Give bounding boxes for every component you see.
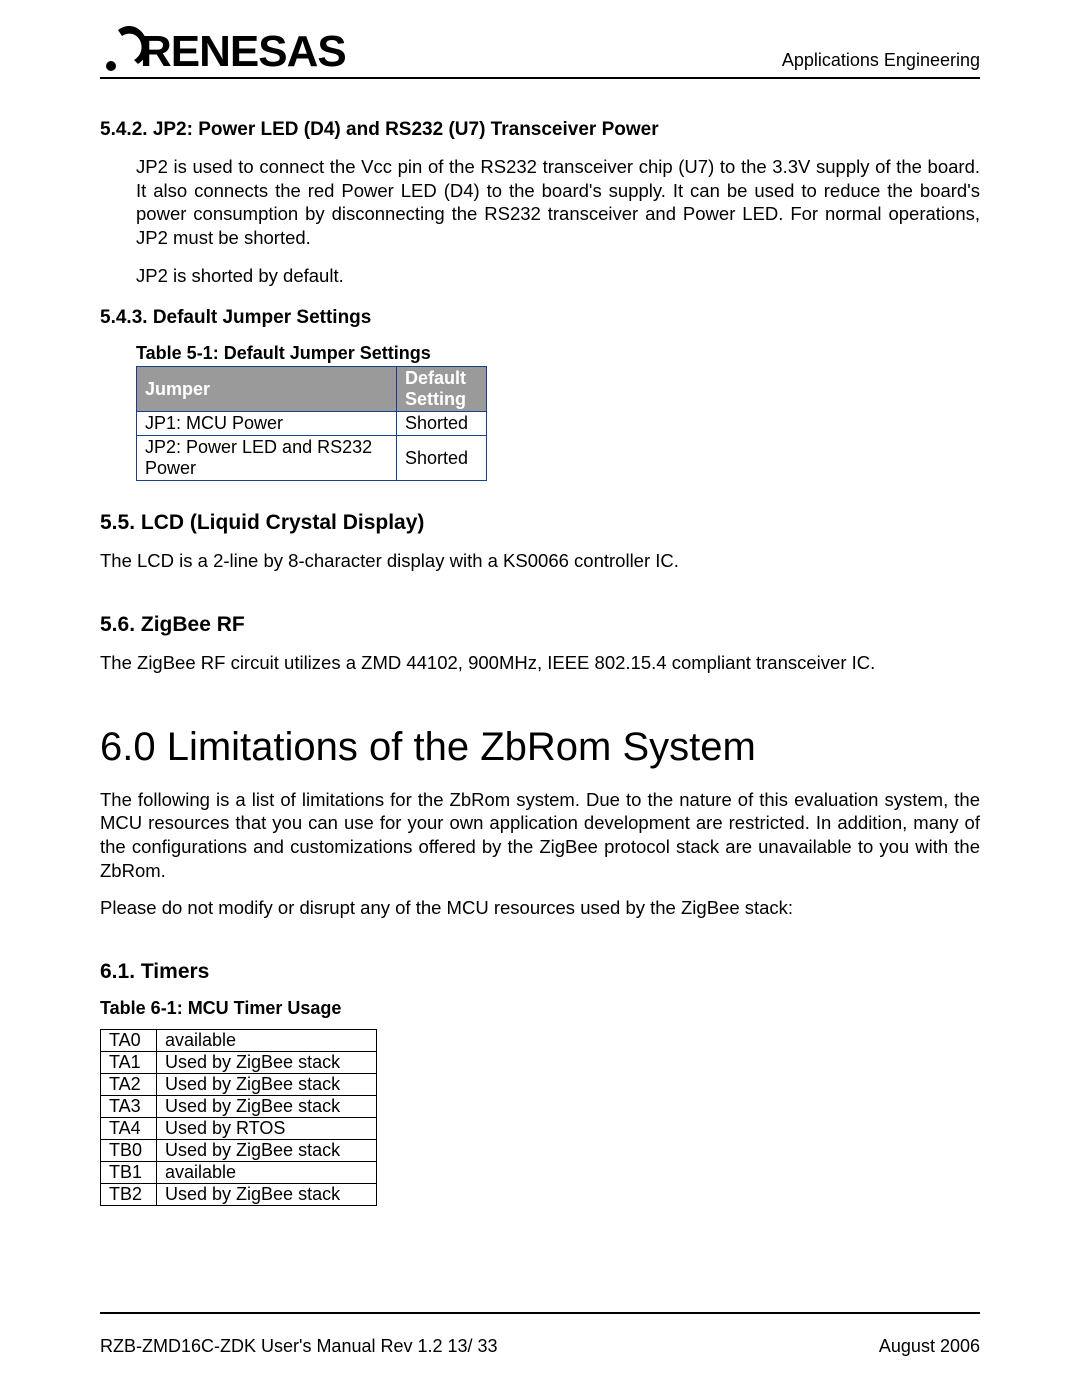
footer-row: RZB-ZMD16C-ZDK User's Manual Rev 1.2 13/…	[100, 1336, 980, 1357]
para-5-6-1: The ZigBee RF circuit utilizes a ZMD 441…	[100, 651, 980, 675]
footer-right: August 2006	[879, 1336, 980, 1357]
table-row: TA3Used by ZigBee stack	[101, 1096, 377, 1118]
cell-use: Used by ZigBee stack	[157, 1074, 377, 1096]
cell-use: Used by ZigBee stack	[157, 1140, 377, 1162]
cell-timer: TB0	[101, 1140, 157, 1162]
table-row: TA1Used by ZigBee stack	[101, 1052, 377, 1074]
cell-timer: TA4	[101, 1118, 157, 1140]
cell-setting: Shorted	[397, 436, 487, 481]
heading-5-6: 5.6. ZigBee RF	[100, 613, 980, 637]
table-6-1: TA0available TA1Used by ZigBee stack TA2…	[100, 1029, 377, 1206]
cell-timer: TA0	[101, 1030, 157, 1052]
cell-timer: TA2	[101, 1074, 157, 1096]
heading-6-0: 6.0 Limitations of the ZbRom System	[100, 725, 980, 770]
cell-jumper: JP2: Power LED and RS232 Power	[137, 436, 397, 481]
table-row: Jumper Default Setting	[137, 367, 487, 412]
heading-5-4-2: 5.4.2. JP2: Power LED (D4) and RS232 (U7…	[100, 119, 980, 141]
para-6-0-1: The following is a list of limitations f…	[100, 788, 980, 883]
cell-use: available	[157, 1030, 377, 1052]
para-5-4-2-2: JP2 is shorted by default.	[136, 264, 980, 288]
header-right-text: Applications Engineering	[782, 50, 980, 75]
table-6-1-caption: Table 6-1: MCU Timer Usage	[100, 998, 980, 1019]
cell-use: Used by RTOS	[157, 1118, 377, 1140]
table-row: TA4Used by RTOS	[101, 1118, 377, 1140]
cell-jumper: JP1: MCU Power	[137, 412, 397, 436]
svg-text:RENESAS: RENESAS	[140, 27, 346, 75]
heading-5-5: 5.5. LCD (Liquid Crystal Display)	[100, 511, 980, 535]
para-5-4-2-1: JP2 is used to connect the Vcc pin of th…	[136, 155, 980, 250]
table-5-1: Jumper Default Setting JP1: MCU Power Sh…	[136, 366, 487, 481]
cell-use: Used by ZigBee stack	[157, 1184, 377, 1206]
cell-timer: TA3	[101, 1096, 157, 1118]
para-5-5-1: The LCD is a 2-line by 8-character displ…	[100, 549, 980, 573]
page: RENESAS Applications Engineering 5.4.2. …	[0, 0, 1080, 1397]
cell-timer: TB2	[101, 1184, 157, 1206]
table-header-jumper: Jumper	[137, 367, 397, 412]
table-row: TA2Used by ZigBee stack	[101, 1074, 377, 1096]
table-header-default: Default Setting	[397, 367, 487, 412]
cell-timer: TB1	[101, 1162, 157, 1184]
renesas-logo: RENESAS	[100, 20, 420, 75]
cell-use: Used by ZigBee stack	[157, 1096, 377, 1118]
table-row: TB2Used by ZigBee stack	[101, 1184, 377, 1206]
footer-rule	[100, 1312, 980, 1314]
table-row: TA0available	[101, 1030, 377, 1052]
table-5-1-caption: Table 5-1: Default Jumper Settings	[136, 343, 980, 364]
para-6-0-2: Please do not modify or disrupt any of t…	[100, 896, 980, 920]
cell-use: available	[157, 1162, 377, 1184]
heading-6-1: 6.1. Timers	[100, 960, 980, 984]
footer-left: RZB-ZMD16C-ZDK User's Manual Rev 1.2 13/…	[100, 1336, 498, 1357]
table-row: TB0Used by ZigBee stack	[101, 1140, 377, 1162]
heading-5-4-3: 5.4.3. Default Jumper Settings	[100, 307, 980, 329]
table-row: TB1available	[101, 1162, 377, 1184]
page-footer: RZB-ZMD16C-ZDK User's Manual Rev 1.2 13/…	[100, 1312, 980, 1357]
cell-use: Used by ZigBee stack	[157, 1052, 377, 1074]
table-row: JP1: MCU Power Shorted	[137, 412, 487, 436]
page-header: RENESAS Applications Engineering	[100, 20, 980, 79]
cell-setting: Shorted	[397, 412, 487, 436]
cell-timer: TA1	[101, 1052, 157, 1074]
table-row: JP2: Power LED and RS232 Power Shorted	[137, 436, 487, 481]
